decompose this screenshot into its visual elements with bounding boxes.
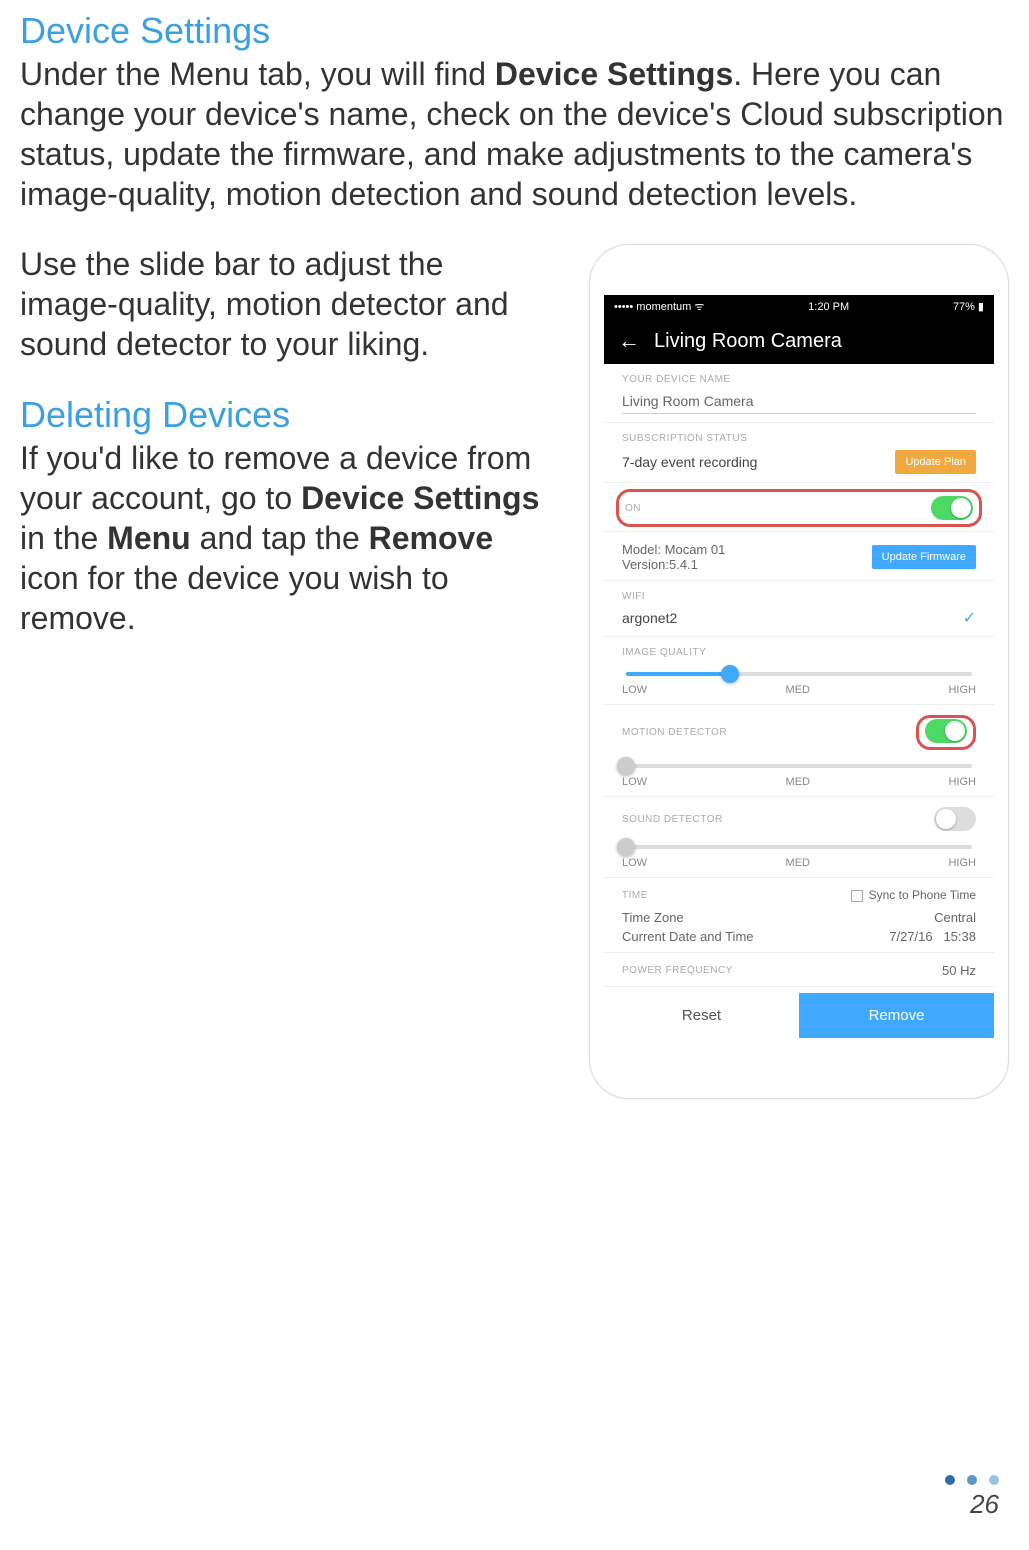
dot-icon: [967, 1475, 977, 1485]
paragraph-remove: If you'd like to remove a device from yo…: [20, 438, 549, 638]
paragraph-intro: Under the Menu tab, you will find Device…: [20, 54, 1009, 214]
screen-header: ← Living Room Camera: [604, 318, 994, 364]
timezone-value: Central: [934, 910, 976, 925]
sync-label: Sync to Phone Time: [869, 888, 976, 902]
footer-dots: [945, 1475, 999, 1485]
screen-title: Living Room Camera: [654, 330, 842, 353]
back-icon[interactable]: ←: [618, 328, 640, 354]
slider-label-med: MED: [786, 776, 810, 788]
page-footer: 26: [945, 1475, 999, 1520]
datetime-label: Current Date and Time: [622, 929, 754, 944]
slider-label-high: HIGH: [948, 857, 976, 869]
status-bar: ••••• momentum ᯤ 1:20 PM 77% ▮: [604, 295, 994, 318]
status-time: 1:20 PM: [808, 301, 849, 313]
section-image-quality: IMAGE QUALITY LOW MED HIGH: [604, 637, 994, 705]
text-segment: in the: [20, 520, 107, 556]
slider-label-low: LOW: [622, 857, 647, 869]
model-text: Model: Mocam 01: [622, 542, 725, 557]
version-text: Version:5.4.1: [622, 557, 725, 572]
text-bold: Remove: [369, 520, 494, 556]
section-motion-detector: MOTION DETECTOR LOW MED HIGH: [604, 705, 994, 797]
slider-label-high: HIGH: [948, 684, 976, 696]
heading-device-settings: Device Settings: [20, 10, 1009, 52]
time-value: 15:38: [943, 929, 976, 944]
highlight-motion-toggle: [916, 715, 976, 750]
paragraph-slidebar: Use the slide bar to adjust the image-qu…: [20, 244, 549, 364]
text-segment: Under the Menu tab, you will find: [20, 56, 495, 92]
dot-icon: [945, 1475, 955, 1485]
bottom-buttons: Reset Remove: [604, 993, 994, 1038]
section-subscription: SUBSCRIPTION STATUS 7-day event recordin…: [604, 423, 994, 483]
text-segment: and tap the: [191, 520, 369, 556]
section-firmware: Model: Mocam 01 Version:5.4.1 Update Fir…: [604, 532, 994, 581]
update-plan-button[interactable]: Update Plan: [895, 450, 976, 474]
slider-label-low: LOW: [622, 684, 647, 696]
remove-button[interactable]: Remove: [799, 993, 994, 1038]
status-battery: 77% ▮: [953, 300, 984, 313]
heading-deleting-devices: Deleting Devices: [20, 394, 549, 436]
text-segment: icon for the device you wish to remove.: [20, 560, 449, 636]
text-bold: Menu: [107, 520, 191, 556]
slider-label-med: MED: [786, 857, 810, 869]
reset-button[interactable]: Reset: [604, 993, 799, 1038]
image-quality-slider[interactable]: [626, 672, 972, 676]
section-power-frequency: POWER FREQUENCY 50 Hz: [604, 953, 994, 987]
section-sound-detector: SOUND DETECTOR LOW MED HIGH: [604, 797, 994, 878]
section-time: TIME Sync to Phone Time Time Zone Centra…: [604, 878, 994, 953]
update-firmware-button[interactable]: Update Firmware: [872, 545, 976, 569]
sound-slider[interactable]: [626, 845, 972, 849]
sync-checkbox[interactable]: [851, 890, 863, 902]
slider-label-low: LOW: [622, 776, 647, 788]
wifi-value: argonet2: [622, 610, 677, 626]
slider-label-med: MED: [786, 684, 810, 696]
section-wifi: WIFI argonet2 ✓: [604, 581, 994, 637]
dot-icon: [989, 1475, 999, 1485]
label-time: TIME: [622, 890, 648, 901]
label-power-frequency: POWER FREQUENCY: [622, 965, 733, 976]
section-on-toggle: ON: [604, 483, 994, 532]
subscription-value: 7-day event recording: [622, 454, 757, 470]
label-device-name: YOUR DEVICE NAME: [622, 374, 976, 385]
phone-mockup: ••••• momentum ᯤ 1:20 PM 77% ▮ ← Living …: [589, 244, 1009, 1099]
label-on: ON: [625, 503, 641, 514]
text-bold: Device Settings: [301, 480, 539, 516]
label-sound-detector: SOUND DETECTOR: [622, 814, 723, 825]
label-image-quality: IMAGE QUALITY: [622, 647, 976, 658]
status-carrier: ••••• momentum ᯤ: [614, 299, 704, 314]
timezone-label: Time Zone: [622, 910, 684, 925]
label-wifi: WIFI: [622, 591, 976, 602]
slider-label-high: HIGH: [948, 776, 976, 788]
on-toggle[interactable]: [931, 496, 973, 520]
motion-slider[interactable]: [626, 764, 972, 768]
check-icon: ✓: [963, 608, 976, 628]
power-frequency-value: 50 Hz: [942, 963, 976, 978]
label-subscription: SUBSCRIPTION STATUS: [622, 433, 976, 444]
section-device-name: YOUR DEVICE NAME: [604, 364, 994, 423]
page-number: 26: [945, 1489, 999, 1520]
highlight-on-toggle: ON: [616, 489, 982, 527]
text-bold: Device Settings: [495, 56, 733, 92]
phone-screen: ••••• momentum ᯤ 1:20 PM 77% ▮ ← Living …: [604, 295, 994, 1038]
sound-toggle[interactable]: [934, 807, 976, 831]
date-value: 7/27/16: [889, 929, 932, 944]
label-motion-detector: MOTION DETECTOR: [622, 727, 727, 738]
device-name-input[interactable]: [622, 391, 976, 414]
motion-toggle[interactable]: [925, 719, 967, 743]
